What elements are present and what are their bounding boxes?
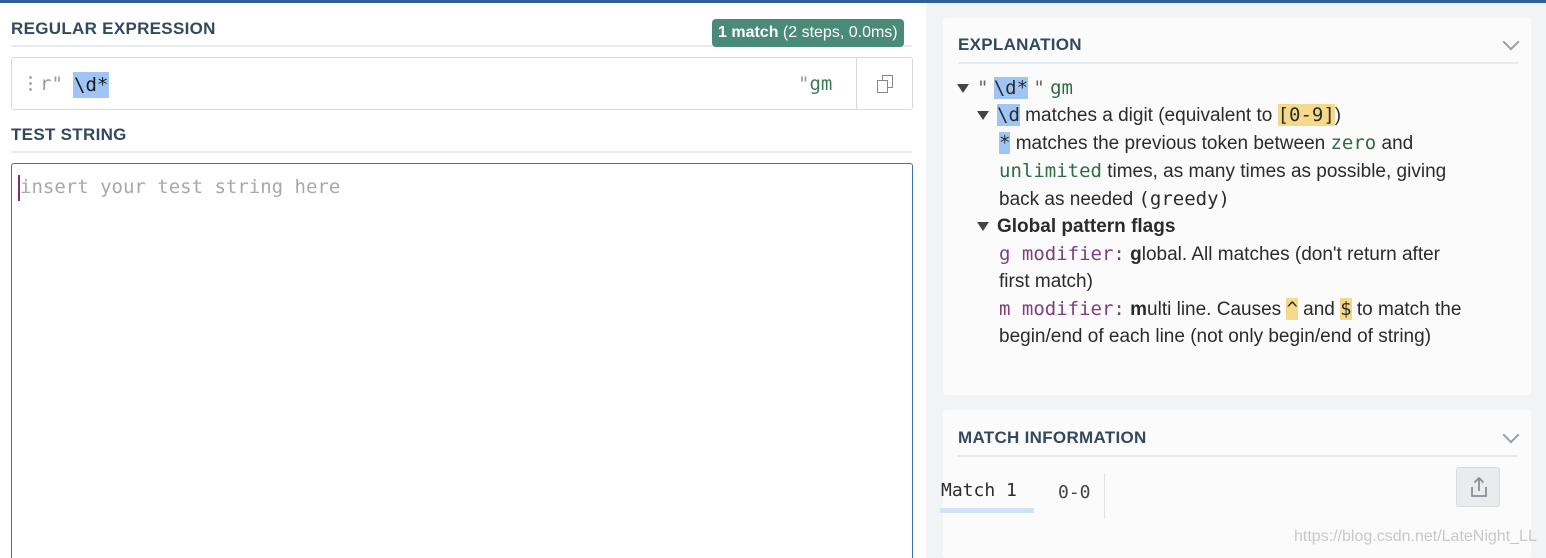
match-range: 0-0: [1058, 482, 1091, 503]
sidebar-column: EXPLANATION " \d* " gm \d matches a digi…: [926, 3, 1546, 558]
explanation-star-line-2: unlimited times, as many times as possib…: [999, 160, 1447, 182]
match-tab-underline: [940, 508, 1034, 513]
explanation-flags-heading: Global pattern flags: [977, 213, 1175, 241]
match-info-title: MATCH INFORMATION: [958, 428, 1147, 447]
explanation-m-flag: m modifier: multi line. Causes ^ and $ t…: [999, 298, 1462, 320]
explanation-title-rule: [958, 62, 1518, 64]
explanation-g-flag-cont: first match): [999, 271, 1093, 292]
explanation-star-line-3: back as needed (greedy): [999, 188, 1230, 210]
watermark: https://blog.csdn.net/LateNight_LL: [1294, 528, 1537, 545]
explanation-g-flag: g modifier: global. All matches (don't r…: [999, 243, 1441, 265]
regex-prefix: r": [40, 73, 63, 95]
chevron-down-icon[interactable]: [1502, 33, 1520, 51]
match-count: 1 match: [718, 24, 779, 41]
explanation-m-flag-cont: begin/end of each line (not only begin/e…: [999, 326, 1432, 347]
match-1-tab[interactable]: Match 1: [941, 480, 1017, 501]
share-icon: [1471, 476, 1487, 497]
collapse-triangle-icon[interactable]: [977, 111, 989, 121]
match-info-title-rule: [958, 455, 1518, 457]
chevron-down-icon[interactable]: [1502, 426, 1520, 444]
regex-pattern-input[interactable]: \d*: [73, 72, 110, 98]
share-button[interactable]: [1456, 467, 1500, 507]
drag-handle-icon[interactable]: [29, 76, 33, 92]
collapse-triangle-icon[interactable]: [957, 84, 969, 94]
collapse-triangle-icon[interactable]: [977, 222, 989, 232]
match-count-badge: 1 match (2 steps, 0.0ms): [712, 19, 904, 47]
test-string-input[interactable]: insert your test string here: [11, 163, 913, 558]
copy-icon: [876, 74, 893, 93]
test-string-placeholder: insert your test string here: [20, 176, 341, 198]
test-title-rule: [11, 151, 912, 153]
match-divider: [1104, 473, 1105, 519]
explanation-title: EXPLANATION: [958, 35, 1082, 54]
match-stats: (2 steps, 0.0ms): [778, 24, 898, 41]
explanation-digit: \d matches a digit (equivalent to [0-9]): [977, 101, 1341, 130]
regex-suffix-quote: ": [798, 73, 810, 95]
regex-flags[interactable]: gm: [809, 73, 832, 95]
regex-flags-button[interactable]: "gm: [798, 73, 832, 95]
regex-section-title: REGULAR EXPRESSION: [11, 19, 216, 38]
explanation-star-line-1: * matches the previous token between zer…: [999, 132, 1414, 154]
explanation-root: " \d* " gm: [957, 74, 1073, 103]
copy-regex-button[interactable]: [856, 58, 912, 109]
editor-column: REGULAR EXPRESSION 1 match (2 steps, 0.0…: [0, 3, 926, 558]
explanation-panel: EXPLANATION " \d* " gm \d matches a digi…: [943, 18, 1531, 395]
regex-input-box[interactable]: r" \d* "gm: [11, 57, 913, 110]
test-string-title: TEST STRING: [11, 125, 127, 144]
